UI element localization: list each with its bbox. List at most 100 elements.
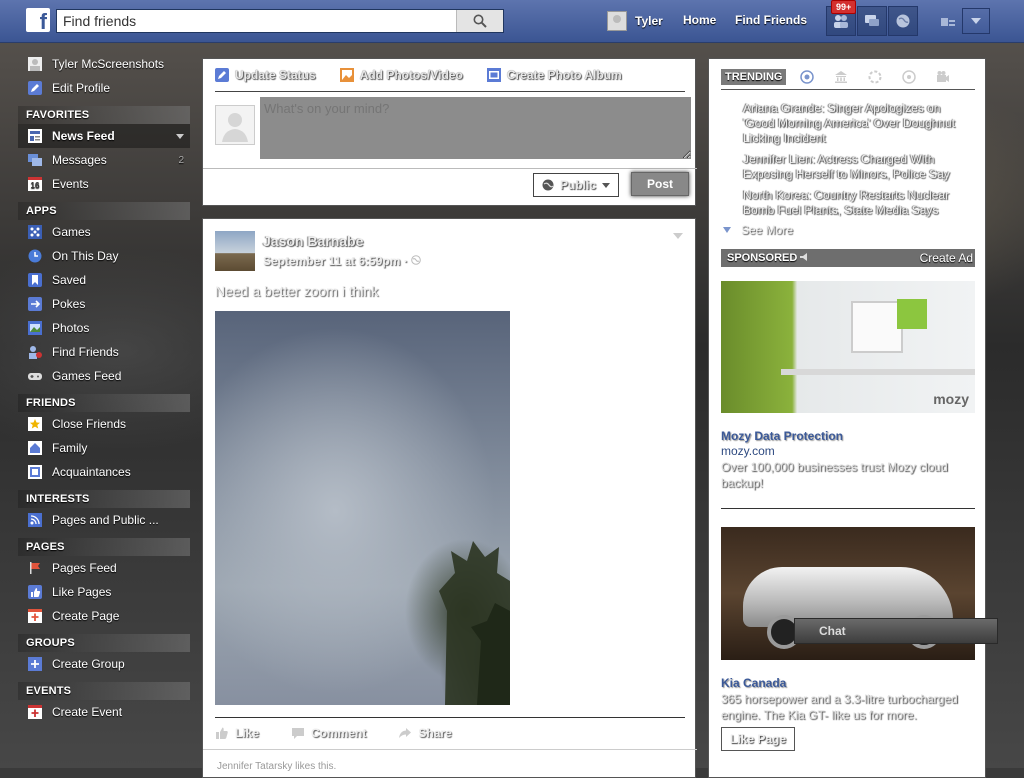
sidebar-item-on-this-day[interactable]: On This Day — [18, 244, 190, 268]
sidebar-item-label: Games — [52, 225, 91, 239]
sidebar-item-pages-public[interactable]: Pages and Public ... — [18, 508, 190, 532]
pencil-icon — [215, 68, 229, 82]
ad-divider — [721, 508, 975, 509]
section-title-events: EVENTS — [18, 682, 190, 700]
trending-science-icon[interactable] — [868, 70, 882, 84]
avatar — [215, 105, 255, 145]
share-label: Share — [418, 726, 452, 740]
globe-icon — [542, 179, 554, 191]
comment-button[interactable]: Comment — [291, 726, 366, 740]
sidebar-item-pages-feed[interactable]: Pages Feed — [18, 556, 190, 580]
house-icon — [28, 441, 42, 455]
monitor-illustration — [851, 301, 903, 353]
thumbs-up-icon — [215, 726, 229, 740]
sidebar-item-photos[interactable]: Photos — [18, 316, 190, 340]
sidebar-item-acquaintances[interactable]: Acquaintances — [18, 460, 190, 484]
share-button[interactable]: Share — [398, 726, 452, 740]
trending-list: Ariana Grande: Singer Apologizes on 'Goo… — [743, 101, 975, 224]
right-column: TRENDING Ariana Grande: Singer Apologize… — [708, 58, 986, 778]
search-input[interactable] — [57, 10, 464, 32]
sidebar-item-messages[interactable]: Messages 2 — [18, 148, 190, 172]
share-icon — [398, 726, 412, 740]
see-more-link[interactable]: See More — [723, 223, 793, 237]
tab-create-photo-album[interactable]: Create Photo Album — [486, 68, 622, 82]
messages-button[interactable] — [857, 6, 887, 36]
trending-politics-icon[interactable] — [834, 70, 848, 84]
desk-illustration — [781, 369, 975, 375]
sidebar-item-label: Create Event — [52, 705, 123, 719]
avatar — [607, 11, 627, 31]
trending-item[interactable]: Ariana Grande: Singer Apologizes on 'Goo… — [743, 101, 975, 146]
settings-dropdown-button[interactable] — [962, 8, 990, 34]
post-button[interactable]: Post — [631, 172, 689, 196]
trending-item[interactable]: North Korea: Country Restarts Nuclear Bo… — [743, 188, 975, 218]
sidebar-item-find-friends[interactable]: Find Friends — [18, 340, 190, 364]
story-author[interactable]: Jason Barnabe — [263, 233, 363, 249]
story-text: Need a better zoom i think — [215, 283, 379, 299]
notifications-button[interactable] — [888, 6, 918, 36]
nav-find-friends-link[interactable]: Find Friends — [735, 13, 807, 27]
story-photo[interactable] — [215, 311, 510, 705]
likes-summary[interactable]: Jennifer Tatarsky likes this. — [217, 761, 336, 772]
sidebar-item-create-event[interactable]: Create Event — [18, 700, 190, 724]
acquaintances-icon — [28, 465, 42, 479]
chat-bar[interactable]: Chat — [794, 618, 998, 644]
search-icon — [473, 14, 487, 28]
sidebar-item-label: Saved — [52, 273, 87, 287]
sidebar-item-games[interactable]: Games — [18, 220, 190, 244]
sidebar-item-create-group[interactable]: Create Group — [18, 652, 190, 676]
trending-item[interactable]: Jennifer Lien: Actress Charged With Expo… — [743, 152, 975, 182]
story-options-chevron-icon[interactable] — [673, 233, 683, 239]
trending-all-icon[interactable] — [800, 70, 815, 84]
sidebar-item-profile[interactable]: Tyler McScreenshots — [18, 52, 190, 76]
story-timestamp[interactable]: September 11 at 6:59pm · — [263, 254, 421, 268]
status-input[interactable] — [260, 97, 691, 159]
sidebar-item-news-feed[interactable]: News Feed — [18, 124, 190, 148]
comment-icon — [291, 726, 305, 740]
ad-title[interactable]: Mozy Data Protection — [721, 429, 843, 443]
sidebar-item-saved[interactable]: Saved — [18, 268, 190, 292]
sponsored-title: SPONSORED — [727, 252, 810, 264]
messages-count: 2 — [178, 154, 184, 166]
ad-description: Over 100,000 businesses trust Mozy cloud… — [721, 460, 948, 490]
section-title-friends: FRIENDS — [18, 394, 190, 412]
search-button[interactable] — [456, 10, 503, 32]
sidebar-item-close-friends[interactable]: Close Friends — [18, 412, 190, 436]
trending-sports-icon[interactable] — [902, 70, 917, 84]
author-avatar[interactable] — [215, 231, 255, 271]
nav-user-link[interactable]: Tyler — [607, 11, 663, 31]
sidebar-item-label: Acquaintances — [52, 465, 131, 479]
create-ad-link[interactable]: Create Ad — [920, 251, 973, 265]
chevron-down-icon[interactable] — [176, 133, 184, 139]
ad-choices-icon[interactable] — [800, 253, 810, 261]
sidebar-item-edit-profile[interactable]: Edit Profile — [18, 76, 190, 100]
trending-entertainment-icon[interactable] — [936, 70, 950, 84]
ad-title[interactable]: Kia Canada — [721, 676, 786, 690]
rss-icon — [28, 513, 42, 527]
composer-footer-divider — [203, 168, 697, 169]
tab-update-status[interactable]: Update Status — [215, 68, 316, 82]
sidebar-item-games-feed[interactable]: Games Feed — [18, 364, 190, 388]
nav-home-link[interactable]: Home — [683, 13, 716, 27]
ad-image-mozy[interactable]: mozy — [721, 281, 975, 413]
privacy-selector[interactable]: Public — [533, 173, 619, 197]
status-composer: Update Status Add Photos/Video Create Ph… — [202, 58, 697, 206]
section-title-apps: APPS — [18, 202, 190, 220]
sidebar-item-pokes[interactable]: Pokes — [18, 292, 190, 316]
notification-badge: 99+ — [831, 0, 857, 14]
privacy-shortcuts-icon[interactable] — [940, 14, 956, 31]
facebook-logo[interactable]: f — [26, 8, 50, 32]
like-page-button[interactable]: Like Page — [721, 727, 795, 751]
mozy-logo: mozy — [933, 391, 969, 407]
sidebar-item-events[interactable]: 16 Events — [18, 172, 190, 196]
plus-icon — [28, 705, 42, 719]
privacy-label: Public — [560, 178, 597, 192]
ad-url[interactable]: mozy.com — [721, 444, 775, 458]
tab-add-photos-video[interactable]: Add Photos/Video — [339, 68, 463, 82]
sidebar-item-label: Find Friends — [52, 345, 119, 359]
sidebar-item-family[interactable]: Family — [18, 436, 190, 460]
sidebar-item-label: On This Day — [52, 249, 119, 263]
sidebar-item-create-page[interactable]: Create Page — [18, 604, 190, 628]
like-button[interactable]: Like — [215, 726, 259, 740]
sidebar-item-like-pages[interactable]: Like Pages — [18, 580, 190, 604]
